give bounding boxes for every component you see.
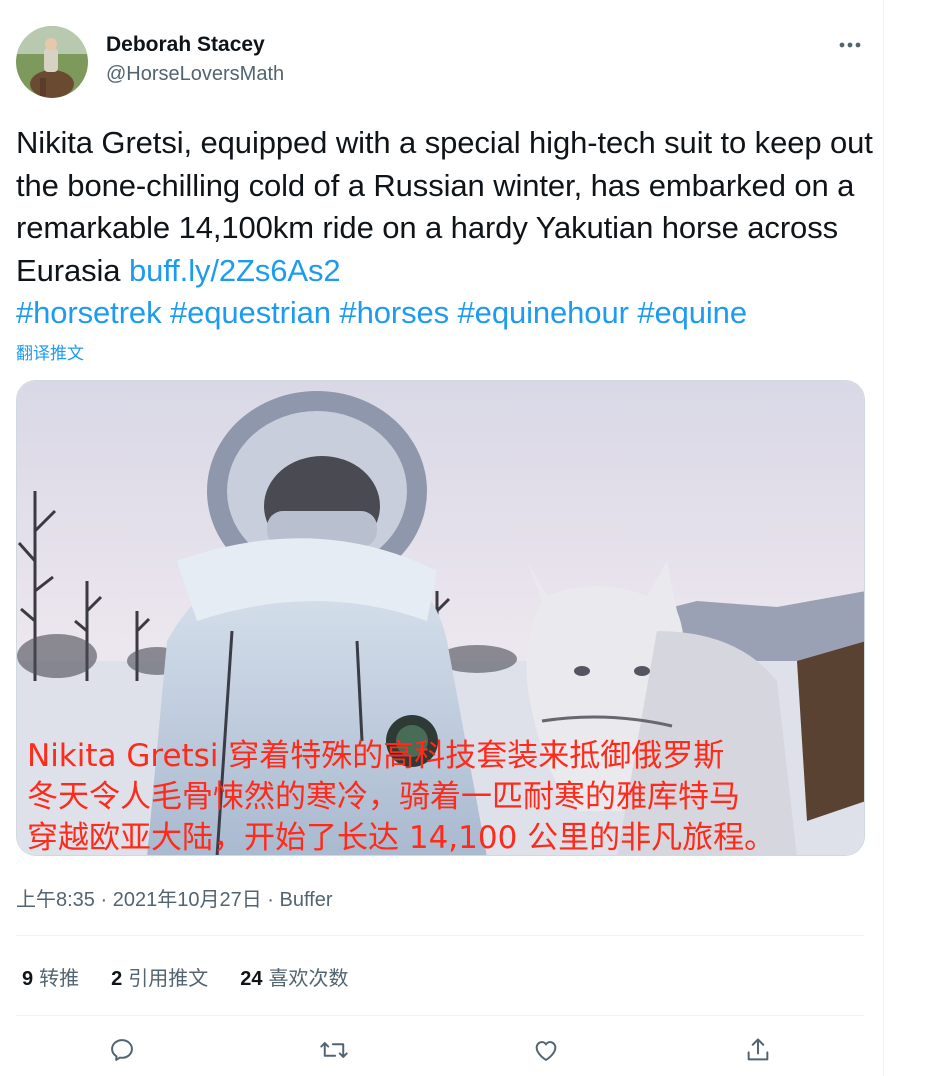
share-icon bbox=[747, 1038, 769, 1061]
hashtag-horsetrek[interactable]: #horsetrek bbox=[16, 295, 162, 330]
tweet-time[interactable]: 上午8:35 bbox=[16, 889, 95, 911]
tweet-date[interactable]: 2021年10月27日 bbox=[113, 889, 262, 911]
quotes-label: 引用推文 bbox=[128, 968, 209, 990]
share-button[interactable] bbox=[738, 1030, 778, 1070]
likes-stat[interactable]: 24 喜欢次数 bbox=[240, 962, 348, 991]
retweets-label: 转推 bbox=[39, 968, 80, 990]
tweet-media[interactable]: Nikita Gretsi 穿着特殊的高科技套装来抵御俄罗斯 冬天令人毛骨悚然的… bbox=[16, 380, 865, 856]
likes-count: 24 bbox=[240, 968, 263, 990]
media-caption-line-2: 冬天令人毛骨悚然的寒冷，骑着一匹耐寒的雅库特马 bbox=[27, 779, 740, 815]
retweet-button[interactable] bbox=[314, 1030, 354, 1070]
hashtag-equinehour[interactable]: #equinehour bbox=[458, 295, 629, 330]
media-caption-line-1: Nikita Gretsi 穿着特殊的高科技套装来抵御俄罗斯 bbox=[27, 738, 724, 774]
hashtag-equine[interactable]: #equine bbox=[637, 295, 747, 330]
retweet-icon bbox=[320, 1042, 348, 1058]
like-button[interactable] bbox=[526, 1030, 566, 1070]
media-caption-line-3: 穿越欧亚大陆，开始了长达 14,100 公里的非凡旅程。 bbox=[27, 820, 775, 856]
retweets-count: 9 bbox=[22, 968, 34, 990]
divider bbox=[16, 1015, 864, 1016]
like-icon bbox=[535, 1041, 557, 1061]
more-icon bbox=[839, 42, 861, 48]
tweet-source[interactable]: Buffer bbox=[280, 889, 333, 911]
avatar[interactable] bbox=[16, 26, 88, 98]
author-handle[interactable]: @HorseLoversMath bbox=[106, 63, 284, 86]
hashtag-equestrian[interactable]: #equestrian bbox=[170, 295, 331, 330]
tweet-stats: 9 转推 2 引用推文 24 喜欢次数 bbox=[22, 962, 381, 991]
hashtag-horses[interactable]: #horses bbox=[339, 295, 449, 330]
quotes-stat[interactable]: 2 引用推文 bbox=[111, 962, 208, 991]
reply-icon bbox=[111, 1039, 133, 1061]
retweets-stat[interactable]: 9 转推 bbox=[22, 962, 79, 991]
quotes-count: 2 bbox=[111, 968, 123, 990]
divider bbox=[16, 935, 864, 936]
likes-label: 喜欢次数 bbox=[268, 968, 349, 990]
meta-separator-2: · bbox=[267, 889, 274, 911]
meta-separator-1: · bbox=[100, 889, 108, 911]
media-photo: Nikita Gretsi 穿着特殊的高科技套装来抵御俄罗斯 冬天令人毛骨悚然的… bbox=[17, 381, 864, 856]
translate-tweet-link[interactable]: 翻译推文 bbox=[16, 339, 84, 364]
tweet-actions bbox=[0, 1030, 884, 1070]
author-display-name[interactable]: Deborah Stacey bbox=[106, 33, 265, 57]
tweet-card: Deborah Stacey @HorseLoversMath Nikita G… bbox=[0, 0, 884, 1076]
more-options-button[interactable] bbox=[832, 30, 868, 60]
avatar-image bbox=[16, 26, 88, 98]
tweet-timestamp: 上午8:35 · 2021年10月27日 · Buffer bbox=[16, 883, 333, 912]
reply-button[interactable] bbox=[102, 1030, 142, 1070]
tweet-text: Nikita Gretsi, equipped with a special h… bbox=[16, 122, 876, 335]
tweet-link[interactable]: buff.ly/2Zs6As2 bbox=[129, 253, 341, 288]
